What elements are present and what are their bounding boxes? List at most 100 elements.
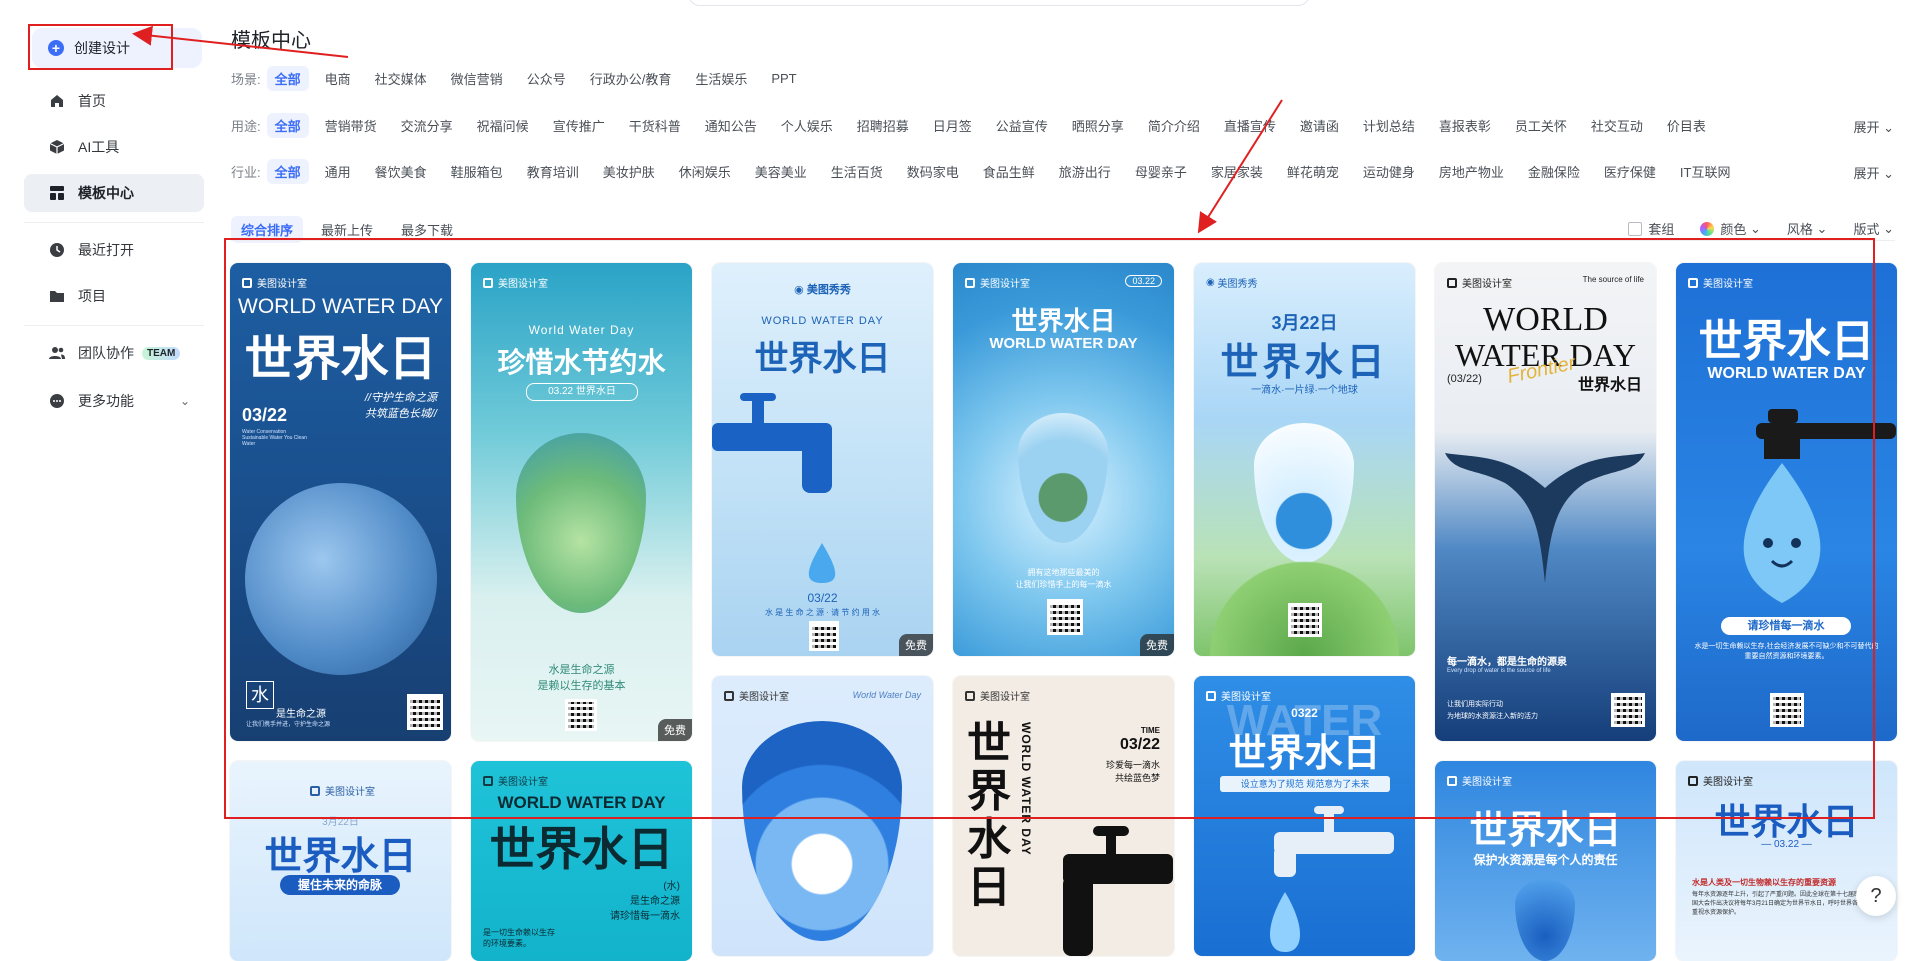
filter-option[interactable]: 招聘招募	[849, 113, 917, 138]
filter-option[interactable]: 鞋服箱包	[443, 159, 511, 184]
filter-option[interactable]: 美妆护肤	[595, 159, 663, 184]
filter-option[interactable]: 餐饮美食	[367, 159, 435, 184]
qr-code	[1288, 603, 1322, 637]
filter-option[interactable]: 员工关怀	[1507, 113, 1575, 138]
filter-option[interactable]: 鲜花萌宠	[1279, 159, 1347, 184]
sidebar-item-home[interactable]: 首页	[24, 82, 204, 120]
sidebar-item-ai-tools[interactable]: AI工具	[24, 128, 204, 166]
card-title-en: WORLD WATER DAY	[497, 793, 666, 812]
template-card[interactable]: 美图设计室 WORLD WATER DAY 世界水日 03/22 //守护生命之…	[230, 263, 451, 741]
sidebar-item-team[interactable]: 团队协作 TEAM	[24, 334, 204, 372]
style-filter[interactable]: 风格 ⌄	[1787, 219, 1828, 238]
sidebar-item-more[interactable]: 更多功能 ⌄	[24, 382, 204, 420]
free-badge: 免费	[658, 719, 692, 741]
create-design-button[interactable]: + 创建设计	[32, 28, 202, 68]
filter-option[interactable]: 食品生鲜	[975, 159, 1043, 184]
filter-option[interactable]: 直播宣传	[1216, 113, 1284, 138]
filter-option[interactable]: 日月签	[925, 113, 980, 138]
template-card[interactable]: 美图设计室 The source of life WORLD WATER DAY…	[1435, 263, 1656, 741]
filter-option[interactable]: 干货科普	[621, 113, 689, 138]
filter-option[interactable]: 运动健身	[1355, 159, 1423, 184]
filter-option[interactable]: 行政办公/教育	[582, 66, 680, 91]
expand-usage-button[interactable]: 展开 ⌄	[1853, 117, 1894, 136]
filter-option[interactable]: 教育培训	[519, 159, 587, 184]
filter-option[interactable]: 计划总结	[1355, 113, 1423, 138]
filter-option[interactable]: 旅游出行	[1051, 159, 1119, 184]
filter-option[interactable]: 公众号	[519, 66, 574, 91]
filter-option[interactable]: 生活娱乐	[687, 66, 755, 91]
filter-option[interactable]: 简介介绍	[1140, 113, 1208, 138]
water-drop-mascot-illustration	[1743, 409, 1896, 603]
template-card[interactable]: 美图设计室 世界水日 保护水资源是每个人的责任	[1435, 761, 1656, 961]
filter-option[interactable]: 个人娱乐	[773, 113, 841, 138]
free-badge: 免费	[1140, 634, 1174, 656]
sort-option[interactable]: 最新上传	[311, 216, 383, 243]
template-card[interactable]: 美图设计室 世界水日 — 03.22 — 水是人类及一切生物赖以生存的重要资源 …	[1676, 761, 1897, 961]
filter-option[interactable]: 价目表	[1659, 113, 1714, 138]
filter-option[interactable]: 医疗保健	[1596, 159, 1664, 184]
card-time-label: TIME	[1140, 726, 1160, 735]
help-button[interactable]: ?	[1856, 876, 1896, 916]
filter-option[interactable]: PPT	[763, 68, 804, 89]
filter-option[interactable]: 通知公告	[697, 113, 765, 138]
filter-option[interactable]: 营销带货	[317, 113, 385, 138]
filter-option[interactable]: 休闲娱乐	[671, 159, 739, 184]
drop-illustration	[1515, 879, 1575, 961]
filter-option[interactable]: 母婴亲子	[1127, 159, 1195, 184]
expand-label: 展开	[1853, 166, 1880, 181]
brand-name: 美图设计室	[1462, 279, 1512, 290]
filter-option[interactable]: 家居家装	[1203, 159, 1271, 184]
filter-option[interactable]: 祝福问候	[469, 113, 537, 138]
filter-option[interactable]: 邀请函	[1292, 113, 1347, 138]
filter-option[interactable]: 晒照分享	[1064, 113, 1132, 138]
card-small-text: Water Conservation Sustainable Water You…	[242, 429, 307, 447]
filter-option[interactable]: 美容美业	[747, 159, 815, 184]
filter-option[interactable]: 房地产物业	[1431, 159, 1512, 184]
filter-option[interactable]: 数码家电	[899, 159, 967, 184]
filter-row-industry: 行业: 全部 通用 餐饮美食 鞋服箱包 教育培训 美妆护肤 休闲娱乐 美容美业 …	[231, 158, 1746, 184]
template-card[interactable]: ◉ 美图秀秀 3月22日 世界水日 一滴水·一片绿·一个地球	[1194, 263, 1415, 656]
set-checkbox[interactable]: 套组	[1628, 219, 1674, 238]
template-card[interactable]: 美图设计室 世界水日 WORLD WATER DAY TIME 03/22 珍爱…	[953, 676, 1174, 956]
filter-option[interactable]: 全部	[266, 158, 309, 184]
chevron-down-icon: ⌄	[1816, 220, 1828, 236]
sort-option[interactable]: 最多下载	[391, 216, 463, 243]
color-filter[interactable]: 颜色 ⌄	[1700, 219, 1761, 238]
search-bar[interactable]	[688, 0, 1310, 6]
filter-option[interactable]: 公益宣传	[988, 113, 1056, 138]
filter-option[interactable]: 通用	[317, 159, 359, 184]
layout-filter[interactable]: 版式 ⌄	[1853, 219, 1894, 238]
filter-option[interactable]: IT互联网	[1672, 159, 1739, 184]
filter-option[interactable]: 电商	[317, 66, 359, 91]
template-card[interactable]: 美图设计室 WATER 0322 世界水日 设立意为了规范 规范意为了未来	[1194, 676, 1415, 956]
logo-icon	[1447, 277, 1457, 288]
logo-icon	[965, 277, 975, 288]
template-card[interactable]: 美图设计室 世界水日 WORLD WATER DAY 请珍惜每一滴水 水是一切生…	[1676, 263, 1897, 741]
filter-option[interactable]: 全部	[266, 112, 309, 138]
sidebar-item-recent[interactable]: 最近打开	[24, 231, 204, 269]
filter-option[interactable]: 宣传推广	[545, 113, 613, 138]
filter-option[interactable]: 金融保险	[1520, 159, 1588, 184]
template-card[interactable]: 美图设计室 World Water Day 珍惜水节约水 03.22 世界水日 …	[471, 263, 692, 741]
expand-industry-button[interactable]: 展开 ⌄	[1853, 163, 1894, 182]
sidebar-item-templates[interactable]: 模板中心	[24, 174, 204, 212]
qr-code	[809, 621, 839, 651]
template-card[interactable]: 美图设计室 3月22日 世界水日 握住未来的命脉	[230, 761, 451, 961]
template-card[interactable]: 美图设计室 WORLD WATER DAY 世界水日 (水) 是生命之源 请珍惜每一…	[471, 761, 692, 961]
template-card[interactable]: ◉ 美图秀秀 WORLD WATER DAY 世界水日 03/22 水 是 生 …	[712, 263, 933, 656]
filter-option[interactable]: 生活百货	[823, 159, 891, 184]
card-line: 拥有这地那些最美的	[1027, 568, 1100, 577]
filter-option[interactable]: 社交媒体	[367, 66, 435, 91]
template-card[interactable]: 美图设计室 World Water Day	[712, 676, 933, 956]
sidebar-item-projects[interactable]: 项目	[24, 277, 204, 315]
sort-option[interactable]: 综合排序	[231, 216, 304, 243]
brand-name: 美图设计室	[1703, 777, 1753, 788]
template-card[interactable]: 美图设计室 03.22 世界水日 WORLD WATER DAY 拥有这地那些最…	[953, 263, 1174, 656]
card-foot: 是生命之源	[276, 709, 326, 720]
filter-option[interactable]: 微信营销	[443, 66, 511, 91]
filter-option[interactable]: 喜报表彰	[1431, 113, 1499, 138]
filter-option[interactable]: 全部	[266, 65, 309, 91]
filter-option[interactable]: 社交互动	[1583, 113, 1651, 138]
brand-label: 美图设计室	[483, 275, 548, 290]
filter-option[interactable]: 交流分享	[393, 113, 461, 138]
